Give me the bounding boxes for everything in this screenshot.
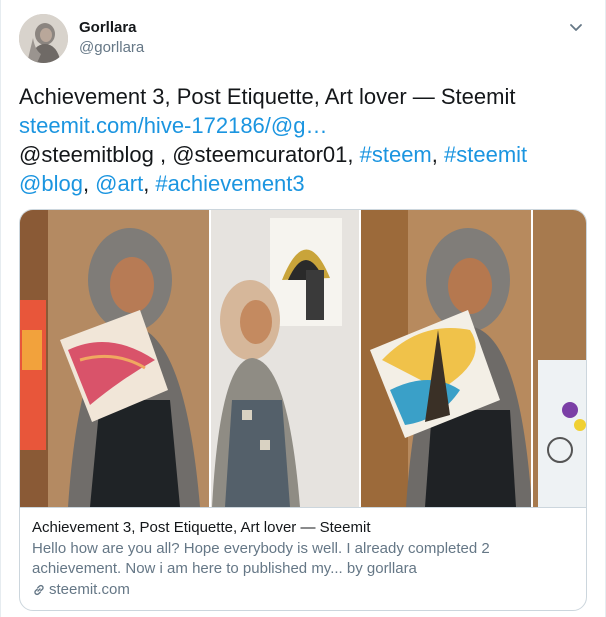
avatar[interactable] [19, 14, 68, 63]
separator: , [82, 171, 96, 196]
card-domain-row[interactable]: steemit.com [32, 580, 576, 600]
hashtag-achievement3[interactable]: #achievement3 [155, 171, 304, 196]
mention-steemitblog[interactable]: @steemitblog [19, 142, 154, 167]
card-body[interactable]: Achievement 3, Post Etiquette, Art lover… [20, 507, 586, 610]
tweet-title: Achievement 3, Post Etiquette, Art lover… [19, 84, 516, 109]
tweet[interactable]: Gorllara @gorllara Achievement 3, Post E… [0, 0, 606, 617]
separator: , [347, 142, 360, 167]
tweet-link[interactable]: steemit.com/hive-172186/@g… [19, 113, 327, 138]
separator: , [153, 142, 173, 167]
tweet-text: Achievement 3, Post Etiquette, Art lover… [19, 82, 589, 198]
card-title[interactable]: Achievement 3, Post Etiquette, Art lover… [32, 518, 576, 538]
separator: , [143, 171, 156, 196]
hashtag-steemit[interactable]: #steemit [444, 142, 527, 167]
link-card[interactable]: Achievement 3, Post Etiquette, Art lover… [19, 209, 587, 611]
separator: , [431, 142, 444, 167]
mention-art[interactable]: @art [95, 171, 143, 196]
link-icon [34, 584, 44, 596]
hashtag-steem[interactable]: #steem [360, 142, 432, 167]
card-description: Hello how are you all? Hope everybody is… [32, 540, 490, 577]
chevron-down-icon[interactable] [567, 18, 585, 36]
card-image[interactable] [20, 210, 586, 507]
author-display-name[interactable]: Gorllara [79, 18, 144, 38]
mention-steemcurator01[interactable]: @steemcurator01 [172, 142, 347, 167]
card-domain[interactable]: steemit.com [49, 580, 130, 600]
mention-blog[interactable]: @blog [19, 171, 83, 196]
author-handle: @gorllara [79, 39, 145, 56]
